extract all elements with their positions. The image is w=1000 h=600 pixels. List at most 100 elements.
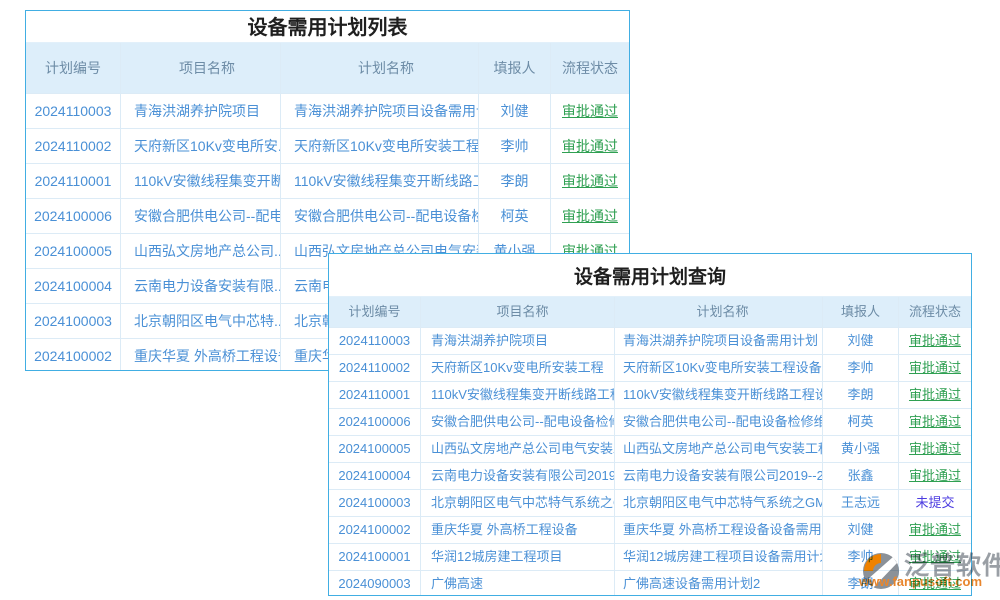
plan-id-cell[interactable]: 2024110003 bbox=[329, 328, 421, 354]
reporter-cell: 黄小强 bbox=[823, 436, 899, 462]
project-name-cell: 山西弘文房地产总公司电气安装工程 bbox=[421, 436, 615, 462]
project-name-cell: 广佛高速 bbox=[421, 571, 615, 596]
table-row[interactable]: 2024100004 云南电力设备安装有限公司2019--202 云南电力设备安… bbox=[329, 462, 971, 489]
query-window: 设备需用计划查询 计划编号 项目名称 计划名称 填报人 流程状态 2024110… bbox=[328, 253, 972, 596]
status-cell: 审批通过 bbox=[899, 571, 971, 596]
plan-name-cell: 天府新区10Kv变电所安装工程设备需用计划 bbox=[615, 355, 823, 381]
status-link[interactable]: 审批通过 bbox=[909, 333, 961, 348]
table-row[interactable]: 2024110001 110kV安徽线程集变开断... 110kV安徽线程集变开… bbox=[26, 163, 629, 198]
table-header: 计划编号 项目名称 计划名称 填报人 流程状态 bbox=[26, 43, 629, 93]
reporter-cell: 刘健 bbox=[479, 94, 551, 128]
column-header-plan-id: 计划编号 bbox=[329, 297, 421, 327]
plan-name-cell: 重庆华夏 外高桥工程设备设备需用计划 bbox=[615, 517, 823, 543]
project-name-cell: 北京朝阳区电气中芯特气系统之GMS bbox=[421, 490, 615, 516]
plan-id-cell[interactable]: 2024100004 bbox=[26, 269, 121, 303]
plan-id-cell[interactable]: 2024110001 bbox=[26, 164, 121, 198]
plan-id-cell[interactable]: 2024100003 bbox=[329, 490, 421, 516]
project-name-cell: 山西弘文房地产总公司... bbox=[121, 234, 281, 268]
reporter-cell: 刘健 bbox=[823, 517, 899, 543]
table-row[interactable]: 2024100003 北京朝阳区电气中芯特气系统之GMS 北京朝阳区电气中芯特气… bbox=[329, 489, 971, 516]
plan-id-cell[interactable]: 2024090003 bbox=[329, 571, 421, 596]
project-name-cell: 云南电力设备安装有限... bbox=[121, 269, 281, 303]
project-name-cell: 安徽合肥供电公司--配电设备检修维护 bbox=[421, 409, 615, 435]
reporter-cell: 刘健 bbox=[823, 328, 899, 354]
table-row[interactable]: 2024100001 华润12城房建工程项目 华润12城房建工程项目设备需用计划… bbox=[329, 543, 971, 570]
reporter-cell: 李朗 bbox=[823, 382, 899, 408]
table-row[interactable]: 2024110001 110kV安徽线程集变开断线路工程 110kV安徽线程集变… bbox=[329, 381, 971, 408]
status-link[interactable]: 审批通过 bbox=[909, 522, 961, 537]
reporter-cell: 王志远 bbox=[823, 490, 899, 516]
plan-name-cell: 110kV安徽线程集变开断线路工... bbox=[281, 164, 479, 198]
status-link[interactable]: 审批通过 bbox=[909, 468, 961, 483]
project-name-cell: 青海洪湖养护院项目 bbox=[421, 328, 615, 354]
table-row[interactable]: 2024100005 山西弘文房地产总公司电气安装工程 山西弘文房地产总公司电气… bbox=[329, 435, 971, 462]
plan-id-cell[interactable]: 2024100006 bbox=[26, 199, 121, 233]
status-link[interactable]: 审批通过 bbox=[909, 360, 961, 375]
plan-id-cell[interactable]: 2024110003 bbox=[26, 94, 121, 128]
plan-name-cell: 110kV安徽线程集变开断线路工程设备需用 bbox=[615, 382, 823, 408]
table-row[interactable]: 2024110003 青海洪湖养护院项目 青海洪湖养护院项目设备需用计划 刘健 … bbox=[26, 93, 629, 128]
table-row[interactable]: 2024110003 青海洪湖养护院项目 青海洪湖养护院项目设备需用计划 刘健 … bbox=[329, 327, 971, 354]
table-header: 计划编号 项目名称 计划名称 填报人 流程状态 bbox=[329, 297, 971, 327]
column-header-project-name: 项目名称 bbox=[121, 43, 281, 93]
plan-name-cell: 云南电力设备安装有限公司2019--2020 bbox=[615, 463, 823, 489]
plan-id-cell[interactable]: 2024100005 bbox=[329, 436, 421, 462]
status-link[interactable]: 审批通过 bbox=[562, 208, 618, 224]
column-header-status: 流程状态 bbox=[899, 297, 971, 327]
plan-id-cell[interactable]: 2024100002 bbox=[329, 517, 421, 543]
plan-name-cell: 青海洪湖养护院项目设备需用计划 bbox=[281, 94, 479, 128]
project-name-cell: 华润12城房建工程项目 bbox=[421, 544, 615, 570]
plan-id-cell[interactable]: 2024100005 bbox=[26, 234, 121, 268]
table-row[interactable]: 2024100006 安徽合肥供电公司--配电设备检修维护 安徽合肥供电公司--… bbox=[329, 408, 971, 435]
status-cell: 审批通过 bbox=[551, 129, 629, 163]
status-link[interactable]: 审批通过 bbox=[562, 138, 618, 154]
table-row[interactable]: 2024110002 天府新区10Kv变电所安装工程 天府新区10Kv变电所安装… bbox=[329, 354, 971, 381]
table-row[interactable]: 2024090003 广佛高速 广佛高速设备需用计划2 李朗 审批通过 bbox=[329, 570, 971, 596]
status-link[interactable]: 审批通过 bbox=[562, 173, 618, 189]
status-link[interactable]: 审批通过 bbox=[909, 576, 961, 591]
column-header-reporter: 填报人 bbox=[479, 43, 551, 93]
reporter-cell: 柯英 bbox=[823, 409, 899, 435]
status-link[interactable]: 审批通过 bbox=[562, 103, 618, 119]
status-cell: 审批通过 bbox=[899, 463, 971, 489]
column-header-reporter: 填报人 bbox=[823, 297, 899, 327]
plan-name-cell: 华润12城房建工程项目设备需用计划2 bbox=[615, 544, 823, 570]
status-cell: 审批通过 bbox=[899, 517, 971, 543]
plan-id-cell[interactable]: 2024100001 bbox=[329, 544, 421, 570]
status-cell: 审批通过 bbox=[899, 409, 971, 435]
status-link[interactable]: 审批通过 bbox=[909, 414, 961, 429]
project-name-cell: 110kV安徽线程集变开断线路工程 bbox=[421, 382, 615, 408]
table-row[interactable]: 2024100002 重庆华夏 外高桥工程设备 重庆华夏 外高桥工程设备设备需用… bbox=[329, 516, 971, 543]
plan-name-cell: 广佛高速设备需用计划2 bbox=[615, 571, 823, 596]
status-cell: 审批通过 bbox=[899, 328, 971, 354]
status-cell: 审批通过 bbox=[551, 164, 629, 198]
plan-name-cell: 安徽合肥供电公司--配电设备检... bbox=[281, 199, 479, 233]
plan-id-cell[interactable]: 2024100003 bbox=[26, 304, 121, 338]
status-link[interactable]: 审批通过 bbox=[909, 387, 961, 402]
plan-id-cell[interactable]: 2024110001 bbox=[329, 382, 421, 408]
plan-id-cell[interactable]: 2024110002 bbox=[26, 129, 121, 163]
table-row[interactable]: 2024100006 安徽合肥供电公司--配电... 安徽合肥供电公司--配电设… bbox=[26, 198, 629, 233]
table-row[interactable]: 2024110002 天府新区10Kv变电所安... 天府新区10Kv变电所安装… bbox=[26, 128, 629, 163]
plan-id-cell[interactable]: 2024100006 bbox=[329, 409, 421, 435]
plan-id-cell[interactable]: 2024100004 bbox=[329, 463, 421, 489]
status-cell: 审批通过 bbox=[899, 355, 971, 381]
project-name-cell: 天府新区10Kv变电所安... bbox=[121, 129, 281, 163]
plan-id-cell[interactable]: 2024100002 bbox=[26, 339, 121, 371]
status-cell: 审批通过 bbox=[551, 94, 629, 128]
column-header-status: 流程状态 bbox=[551, 43, 629, 93]
plan-name-cell: 北京朝阳区电气中芯特气系统之GMS设备 bbox=[615, 490, 823, 516]
plan-id-cell[interactable]: 2024110002 bbox=[329, 355, 421, 381]
status-link[interactable]: 审批通过 bbox=[909, 549, 961, 564]
reporter-cell: 李帅 bbox=[823, 544, 899, 570]
project-name-cell: 110kV安徽线程集变开断... bbox=[121, 164, 281, 198]
reporter-cell: 柯英 bbox=[479, 199, 551, 233]
reporter-cell: 李朗 bbox=[479, 164, 551, 198]
list-window-title: 设备需用计划列表 bbox=[26, 11, 629, 43]
status-cell: 审批通过 bbox=[899, 544, 971, 570]
status-link[interactable]: 审批通过 bbox=[909, 441, 961, 456]
column-header-project-name: 项目名称 bbox=[421, 297, 615, 327]
status-cell: 审批通过 bbox=[899, 436, 971, 462]
plan-name-cell: 山西弘文房地产总公司电气安装工程设备需 bbox=[615, 436, 823, 462]
status-link[interactable]: 未提交 bbox=[915, 495, 954, 510]
